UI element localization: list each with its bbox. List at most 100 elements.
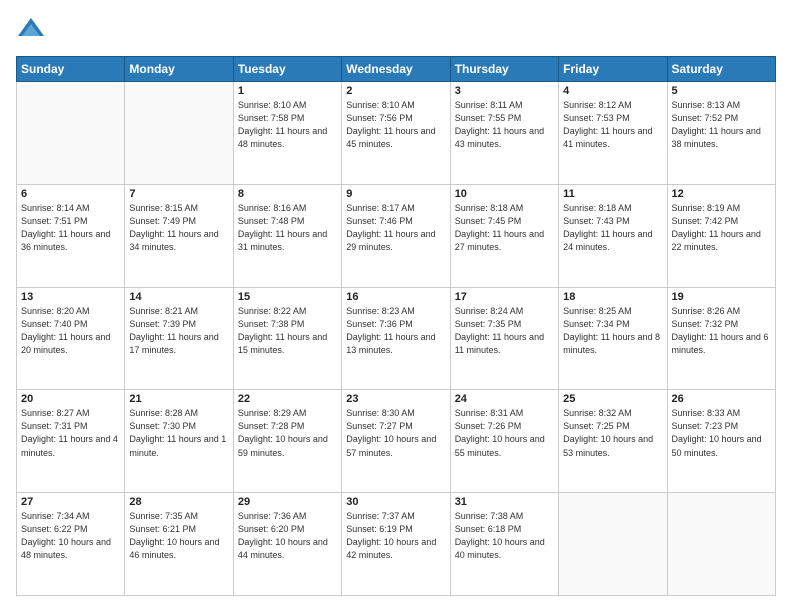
calendar-cell: 13 Sunrise: 8:20 AM Sunset: 7:40 PM Dayli… xyxy=(17,287,125,390)
day-info: Sunrise: 7:35 AM Sunset: 6:21 PM Dayligh… xyxy=(129,510,228,562)
calendar-cell: 10 Sunrise: 8:18 AM Sunset: 7:45 PM Dayli… xyxy=(450,184,558,287)
calendar-cell: 15Sunrise: 8:22 AM Sunset: 7:38 PM Dayli… xyxy=(233,287,341,390)
day-number: 20 xyxy=(21,393,120,405)
calendar-cell: 4Sunrise: 8:12 AM Sunset: 7:53 PM Daylig… xyxy=(559,82,667,185)
calendar-cell: 19Sunrise: 8:26 AM Sunset: 7:32 PM Dayli… xyxy=(667,287,775,390)
day-number: 12 xyxy=(672,188,771,200)
logo-icon xyxy=(16,16,46,46)
header xyxy=(16,16,776,46)
day-number: 27 xyxy=(21,496,120,508)
calendar-header-friday: Friday xyxy=(559,57,667,82)
calendar-cell: 30 Sunrise: 7:37 AM Sunset: 6:19 PM Dayli… xyxy=(342,493,450,596)
calendar-cell: 5 Sunrise: 8:13 AM Sunset: 7:52 PM Daylig… xyxy=(667,82,775,185)
calendar-cell: 18 Sunrise: 8:25 AM Sunset: 7:34 PM Dayli… xyxy=(559,287,667,390)
calendar-cell: 2 Sunrise: 8:10 AM Sunset: 7:56 PM Daylig… xyxy=(342,82,450,185)
day-number: 2 xyxy=(346,85,445,97)
day-number: 16 xyxy=(346,291,445,303)
day-number: 17 xyxy=(455,291,554,303)
day-number: 18 xyxy=(563,291,662,303)
day-number: 7 xyxy=(129,188,228,200)
day-number: 13 xyxy=(21,291,120,303)
day-number: 5 xyxy=(672,85,771,97)
calendar-cell: 21Sunrise: 8:28 AM Sunset: 7:30 PM Dayli… xyxy=(125,390,233,493)
day-info: Sunrise: 7:34 AM Sunset: 6:22 PM Dayligh… xyxy=(21,510,120,562)
calendar-table: SundayMondayTuesdayWednesdayThursdayFrid… xyxy=(16,56,776,596)
calendar-cell: 17 Sunrise: 8:24 AM Sunset: 7:35 PM Dayli… xyxy=(450,287,558,390)
day-info: Sunrise: 8:10 AM Sunset: 7:58 PM Dayligh… xyxy=(238,99,337,151)
day-number: 4 xyxy=(563,85,662,97)
day-info: Sunrise: 8:11 AM Sunset: 7:55 PM Dayligh… xyxy=(455,99,554,151)
calendar-cell: 24 Sunrise: 8:31 AM Sunset: 7:26 PM Dayli… xyxy=(450,390,558,493)
day-number: 23 xyxy=(346,393,445,405)
day-info: Sunrise: 8:27 AM Sunset: 7:31 PM Dayligh… xyxy=(21,407,120,459)
day-info: Sunrise: 8:17 AM Sunset: 7:46 PM Dayligh… xyxy=(346,202,445,254)
calendar-week-4: 20 Sunrise: 8:27 AM Sunset: 7:31 PM Dayli… xyxy=(17,390,776,493)
calendar-header-sunday: Sunday xyxy=(17,57,125,82)
calendar-cell: 3 Sunrise: 8:11 AM Sunset: 7:55 PM Daylig… xyxy=(450,82,558,185)
calendar-week-1: 1 Sunrise: 8:10 AM Sunset: 7:58 PM Daylig… xyxy=(17,82,776,185)
day-info: Sunrise: 7:37 AM Sunset: 6:19 PM Dayligh… xyxy=(346,510,445,562)
day-info: Sunrise: 8:18 AM Sunset: 7:43 PM Dayligh… xyxy=(563,202,662,254)
calendar-cell xyxy=(125,82,233,185)
calendar-cell: 14Sunrise: 8:21 AM Sunset: 7:39 PM Dayli… xyxy=(125,287,233,390)
day-info: Sunrise: 8:13 AM Sunset: 7:52 PM Dayligh… xyxy=(672,99,771,151)
calendar-cell: 11 Sunrise: 8:18 AM Sunset: 7:43 PM Dayli… xyxy=(559,184,667,287)
day-info: Sunrise: 8:30 AM Sunset: 7:27 PM Dayligh… xyxy=(346,407,445,459)
calendar-cell: 9 Sunrise: 8:17 AM Sunset: 7:46 PM Daylig… xyxy=(342,184,450,287)
day-info: Sunrise: 8:25 AM Sunset: 7:34 PM Dayligh… xyxy=(563,305,662,357)
day-number: 29 xyxy=(238,496,337,508)
calendar-cell: 12 Sunrise: 8:19 AM Sunset: 7:42 PM Dayli… xyxy=(667,184,775,287)
day-info: Sunrise: 8:31 AM Sunset: 7:26 PM Dayligh… xyxy=(455,407,554,459)
calendar-cell: 25 Sunrise: 8:32 AM Sunset: 7:25 PM Dayli… xyxy=(559,390,667,493)
day-info: Sunrise: 8:14 AM Sunset: 7:51 PM Dayligh… xyxy=(21,202,120,254)
calendar-cell: 8 Sunrise: 8:16 AM Sunset: 7:48 PM Daylig… xyxy=(233,184,341,287)
day-info: Sunrise: 8:22 AM Sunset: 7:38 PM Dayligh… xyxy=(238,305,337,357)
day-info: Sunrise: 8:15 AM Sunset: 7:49 PM Dayligh… xyxy=(129,202,228,254)
day-number: 30 xyxy=(346,496,445,508)
day-number: 6 xyxy=(21,188,120,200)
day-info: Sunrise: 8:16 AM Sunset: 7:48 PM Dayligh… xyxy=(238,202,337,254)
day-number: 19 xyxy=(672,291,771,303)
calendar-header-monday: Monday xyxy=(125,57,233,82)
day-number: 25 xyxy=(563,393,662,405)
day-number: 11 xyxy=(563,188,662,200)
calendar-week-3: 13 Sunrise: 8:20 AM Sunset: 7:40 PM Dayli… xyxy=(17,287,776,390)
day-info: Sunrise: 8:18 AM Sunset: 7:45 PM Dayligh… xyxy=(455,202,554,254)
day-number: 1 xyxy=(238,85,337,97)
day-number: 9 xyxy=(346,188,445,200)
calendar-header-saturday: Saturday xyxy=(667,57,775,82)
day-info: Sunrise: 8:23 AM Sunset: 7:36 PM Dayligh… xyxy=(346,305,445,357)
day-info: Sunrise: 8:19 AM Sunset: 7:42 PM Dayligh… xyxy=(672,202,771,254)
calendar-cell: 1 Sunrise: 8:10 AM Sunset: 7:58 PM Daylig… xyxy=(233,82,341,185)
day-number: 14 xyxy=(129,291,228,303)
day-number: 21 xyxy=(129,393,228,405)
day-info: Sunrise: 8:24 AM Sunset: 7:35 PM Dayligh… xyxy=(455,305,554,357)
day-number: 24 xyxy=(455,393,554,405)
calendar-cell xyxy=(559,493,667,596)
calendar-cell: 16 Sunrise: 8:23 AM Sunset: 7:36 PM Dayli… xyxy=(342,287,450,390)
day-number: 10 xyxy=(455,188,554,200)
calendar-header-row: SundayMondayTuesdayWednesdayThursdayFrid… xyxy=(17,57,776,82)
calendar-cell xyxy=(667,493,775,596)
calendar-cell: 27 Sunrise: 7:34 AM Sunset: 6:22 PM Dayli… xyxy=(17,493,125,596)
calendar-cell: 23 Sunrise: 8:30 AM Sunset: 7:27 PM Dayli… xyxy=(342,390,450,493)
calendar-cell: 31Sunrise: 7:38 AM Sunset: 6:18 PM Dayli… xyxy=(450,493,558,596)
day-info: Sunrise: 8:33 AM Sunset: 7:23 PM Dayligh… xyxy=(672,407,771,459)
day-info: Sunrise: 8:20 AM Sunset: 7:40 PM Dayligh… xyxy=(21,305,120,357)
calendar-cell: 20 Sunrise: 8:27 AM Sunset: 7:31 PM Dayli… xyxy=(17,390,125,493)
calendar-header-thursday: Thursday xyxy=(450,57,558,82)
day-number: 3 xyxy=(455,85,554,97)
calendar-cell: 28 Sunrise: 7:35 AM Sunset: 6:21 PM Dayli… xyxy=(125,493,233,596)
day-info: Sunrise: 7:36 AM Sunset: 6:20 PM Dayligh… xyxy=(238,510,337,562)
day-info: Sunrise: 8:32 AM Sunset: 7:25 PM Dayligh… xyxy=(563,407,662,459)
calendar-cell xyxy=(17,82,125,185)
day-info: Sunrise: 8:29 AM Sunset: 7:28 PM Dayligh… xyxy=(238,407,337,459)
page: SundayMondayTuesdayWednesdayThursdayFrid… xyxy=(0,0,792,612)
day-number: 28 xyxy=(129,496,228,508)
calendar-cell: 22Sunrise: 8:29 AM Sunset: 7:28 PM Dayli… xyxy=(233,390,341,493)
logo xyxy=(16,16,50,46)
day-number: 8 xyxy=(238,188,337,200)
calendar-cell: 29 Sunrise: 7:36 AM Sunset: 6:20 PM Dayli… xyxy=(233,493,341,596)
calendar-header-wednesday: Wednesday xyxy=(342,57,450,82)
day-info: Sunrise: 8:10 AM Sunset: 7:56 PM Dayligh… xyxy=(346,99,445,151)
